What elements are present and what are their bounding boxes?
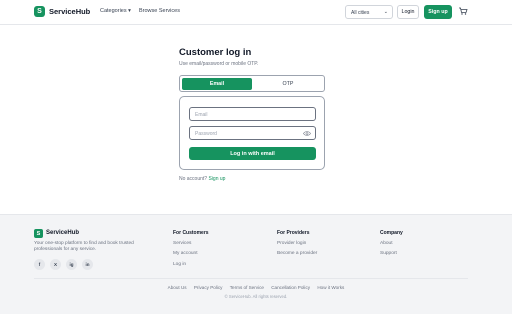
- password-field[interactable]: Password: [189, 126, 316, 140]
- footer-bottom-links: About Us Privacy Policy Terms of Service…: [0, 285, 512, 290]
- footer-link-my-account[interactable]: My account: [173, 251, 198, 256]
- footer-link-privacy[interactable]: Privacy Policy: [194, 285, 223, 290]
- copyright-text: © ServiceHub. All rights reserved.: [224, 294, 288, 299]
- login-submit-button[interactable]: Log in with email: [189, 147, 316, 160]
- password-placeholder: Password: [195, 131, 217, 137]
- nav-categories[interactable]: Categories ▾: [100, 8, 131, 14]
- x-icon[interactable]: X: [50, 259, 61, 270]
- city-select-value: All cities: [351, 10, 370, 16]
- facebook-icon[interactable]: f: [34, 259, 45, 270]
- footer-link-support[interactable]: Support: [380, 251, 397, 256]
- footer-link-how-it-works[interactable]: How it Works: [317, 285, 344, 290]
- chevron-down-icon: ⌄: [383, 9, 388, 15]
- login-method-tabs: Email OTP: [179, 75, 325, 92]
- eye-icon[interactable]: [303, 130, 311, 137]
- cart-icon[interactable]: [458, 6, 468, 16]
- site-footer: S ServiceHub Your one-stop platform to f…: [0, 214, 512, 314]
- tab-otp[interactable]: OTP: [253, 78, 323, 90]
- footer-col-customers-heading: For Customers: [173, 230, 209, 236]
- brand-logo[interactable]: S: [34, 6, 45, 17]
- email-field[interactable]: Email: [189, 107, 316, 121]
- footer-link-terms[interactable]: Terms of Service: [230, 285, 264, 290]
- no-account-text: No account? Sign up: [179, 176, 225, 182]
- footer-link-about-us[interactable]: About Us: [168, 285, 187, 290]
- login-button[interactable]: Login: [397, 5, 419, 19]
- footer-divider: [34, 278, 468, 279]
- page-subtitle: Use email/password or mobile OTP.: [179, 61, 259, 67]
- footer-logo: S: [34, 229, 43, 238]
- footer-brand: ServiceHub: [46, 230, 80, 236]
- tab-email[interactable]: Email: [182, 78, 252, 90]
- signup-link[interactable]: Sign up: [208, 176, 225, 182]
- brand-name[interactable]: ServiceHub: [49, 7, 90, 16]
- footer-link-become-provider[interactable]: Become a provider: [277, 251, 317, 256]
- no-account-label: No account?: [179, 176, 208, 182]
- chevron-down-icon: ▾: [128, 8, 131, 14]
- instagram-icon[interactable]: ig: [66, 259, 77, 270]
- footer-link-log-in[interactable]: Log in: [173, 262, 186, 267]
- city-select[interactable]: All cities ⌄: [345, 5, 393, 19]
- nav-categories-label: Categories: [100, 8, 127, 14]
- footer-link-cancellation[interactable]: Cancellation Policy: [271, 285, 310, 290]
- footer-tagline: Your one-stop platform to find and book …: [34, 241, 134, 253]
- login-form: Email Password Log in with email: [179, 96, 325, 170]
- signup-button[interactable]: Sign up: [424, 5, 452, 19]
- page-title: Customer log in: [179, 47, 252, 58]
- linkedin-icon[interactable]: in: [82, 259, 93, 270]
- footer-link-about[interactable]: About: [380, 241, 393, 246]
- nav-browse-services[interactable]: Browse Services: [139, 8, 180, 14]
- footer-link-provider-login[interactable]: Provider login: [277, 241, 306, 246]
- top-header: S ServiceHub Categories ▾ Browse Service…: [0, 0, 512, 25]
- footer-link-services[interactable]: Services: [173, 241, 191, 246]
- footer-col-providers-heading: For Providers: [277, 230, 310, 236]
- footer-col-company-heading: Company: [380, 230, 403, 236]
